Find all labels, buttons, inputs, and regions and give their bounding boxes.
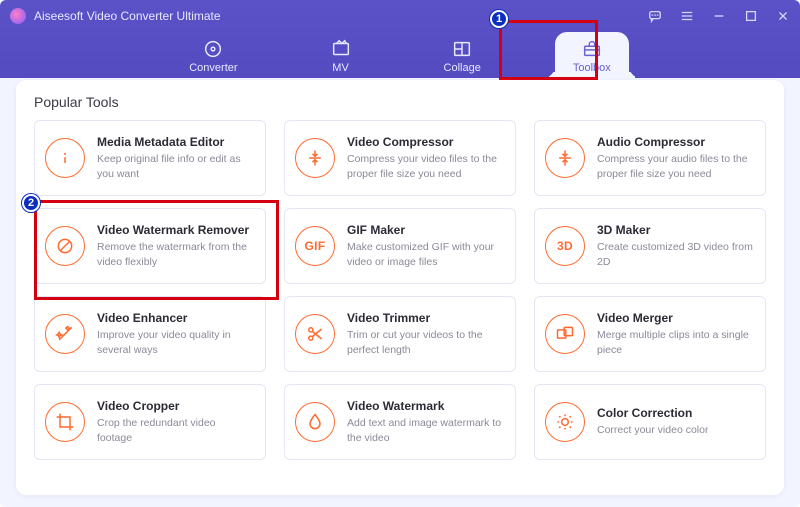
tool-desc: Keep original file info or edit as you w… [97,152,253,180]
tool-desc: Trim or cut your videos to the perfect l… [347,328,503,356]
tab-mv[interactable]: MV [312,32,370,78]
titlebar: Aiseesoft Video Converter Ultimate [0,0,800,32]
maximize-icon[interactable] [744,9,758,23]
tool-title: Color Correction [597,406,708,420]
tools-grid: Media Metadata Editor Keep original file … [34,120,766,460]
tool-video-cropper[interactable]: Video Cropper Crop the redundant video fo… [34,384,266,460]
tab-toolbox[interactable]: Toolbox [555,32,629,78]
feedback-icon[interactable] [648,9,662,23]
crop-icon [45,402,85,442]
tool-title: Audio Compressor [597,135,753,149]
sun-icon [545,402,585,442]
collage-icon [451,38,473,60]
tool-desc: Improve your video quality in several wa… [97,328,253,356]
remove-icon [45,226,85,266]
tool-title: Video Merger [597,311,753,325]
gif-icon: GIF [295,226,335,266]
app-title: Aiseesoft Video Converter Ultimate [34,9,648,23]
tool-video-trimmer[interactable]: Video Trimmer Trim or cut your videos to … [284,296,516,372]
minimize-icon[interactable] [712,9,726,23]
tab-label: MV [332,62,349,74]
tool-desc: Correct your video color [597,423,708,437]
tool-title: Video Cropper [97,399,253,413]
tool-title: Video Watermark [347,399,503,413]
tool-desc: Remove the watermark from the video flex… [97,240,253,268]
tool-video-compressor[interactable]: Video Compressor Compress your video file… [284,120,516,196]
tool-desc: Compress your video files to the proper … [347,152,503,180]
tool-title: GIF Maker [347,223,503,237]
compress-icon [545,138,585,178]
tool-video-watermark-remover[interactable]: Video Watermark Remover Remove the waterm… [34,208,266,284]
three-d-icon: 3D [545,226,585,266]
tab-converter[interactable]: Converter [171,32,255,78]
tool-desc: Make customized GIF with your video or i… [347,240,503,268]
tool-title: Video Watermark Remover [97,223,253,237]
menu-icon[interactable] [680,9,694,23]
tool-video-merger[interactable]: Video Merger Merge multiple clips into a … [534,296,766,372]
water-drop-icon [295,402,335,442]
panel-heading: Popular Tools [34,94,766,110]
tool-title: Video Trimmer [347,311,503,325]
tool-video-enhancer[interactable]: Video Enhancer Improve your video quality… [34,296,266,372]
window-controls [648,9,790,23]
tool-audio-compressor[interactable]: Audio Compressor Compress your audio file… [534,120,766,196]
close-icon[interactable] [776,9,790,23]
merge-icon [545,314,585,354]
tab-label: Toolbox [573,62,611,74]
tool-title: Video Enhancer [97,311,253,325]
tool-desc: Crop the redundant video footage [97,416,253,444]
tool-title: Media Metadata Editor [97,135,253,149]
tool-gif-maker[interactable]: GIF GIF Maker Make customized GIF with yo… [284,208,516,284]
tool-desc: Merge multiple clips into a single piece [597,328,753,356]
app-window: Aiseesoft Video Converter Ultimate Conve… [0,0,800,507]
tab-label: Converter [189,62,237,74]
tool-title: Video Compressor [347,135,503,149]
app-logo-icon [10,8,26,24]
tool-desc: Compress your audio files to the proper … [597,152,753,180]
toolbox-icon [581,38,603,60]
scissors-icon [295,314,335,354]
main-tabs: Converter MV Collage Toolbox [0,32,800,78]
tool-video-watermark[interactable]: Video Watermark Add text and image waterm… [284,384,516,460]
tool-3d-maker[interactable]: 3D 3D Maker Create customized 3D video fr… [534,208,766,284]
mv-icon [330,38,352,60]
compress-icon [295,138,335,178]
tool-title: 3D Maker [597,223,753,237]
tab-label: Collage [444,62,481,74]
converter-icon [202,38,224,60]
tool-media-metadata-editor[interactable]: Media Metadata Editor Keep original file … [34,120,266,196]
info-icon [45,138,85,178]
wand-icon [45,314,85,354]
tab-collage[interactable]: Collage [426,32,499,78]
tool-color-correction[interactable]: Color Correction Correct your video color [534,384,766,460]
tool-desc: Add text and image watermark to the vide… [347,416,503,444]
tool-desc: Create customized 3D video from 2D [597,240,753,268]
tools-panel: Popular Tools Media Metadata Editor Keep … [16,80,784,495]
